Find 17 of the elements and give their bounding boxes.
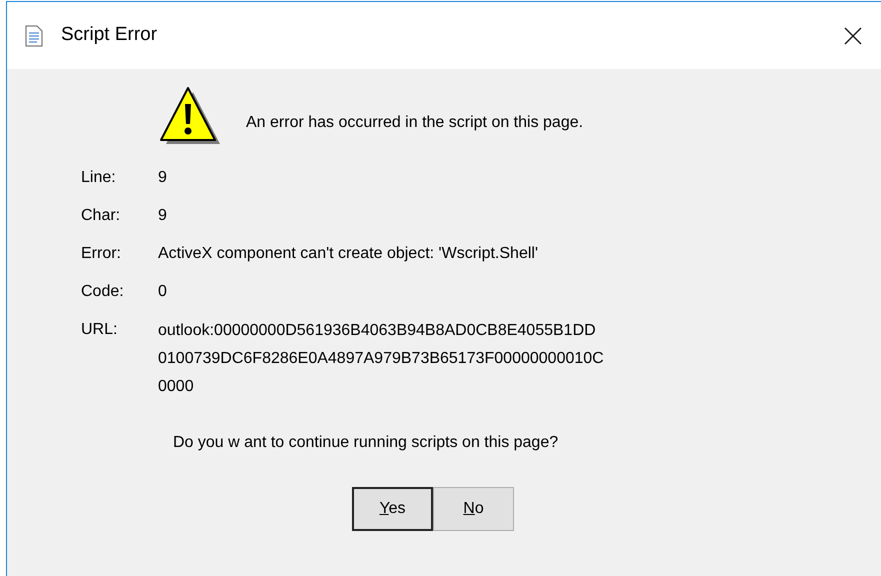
detail-label: Char: bbox=[81, 206, 122, 226]
detail-value: 9 bbox=[158, 206, 167, 226]
window-title: Script Error bbox=[61, 23, 158, 48]
detail-value: 0 bbox=[158, 282, 167, 302]
close-icon bbox=[843, 26, 863, 46]
error-message: An error has occurred in the script on this page. bbox=[246, 113, 584, 133]
detail-label: URL: bbox=[81, 320, 118, 340]
document-icon bbox=[25, 24, 43, 46]
dialog-button[interactable]: Yes bbox=[352, 487, 433, 531]
detail-label: Code: bbox=[81, 282, 125, 302]
url-value: outlook:00000000D561936B4063B94B8AD0CB8E4055B1DD 0100739DC6F8286E0A4897A979B73B65173F00000000010C 0000 bbox=[158, 321, 604, 397]
detail-label: Error: bbox=[81, 244, 122, 264]
detail-value: ActiveX component can't create object: 'Wscript.Shell' bbox=[158, 244, 538, 264]
dialog-button[interactable]: No bbox=[433, 487, 514, 531]
detail-value: 9 bbox=[158, 168, 167, 188]
continue-question: Do you w ant to continue running scripts on this page? bbox=[173, 434, 558, 451]
detail-label: Line: bbox=[81, 168, 117, 188]
